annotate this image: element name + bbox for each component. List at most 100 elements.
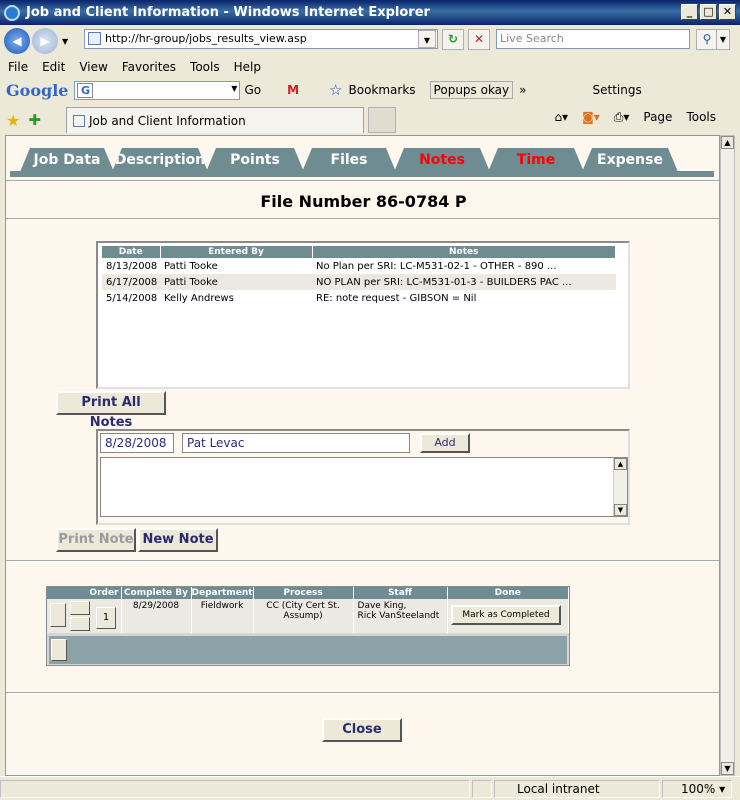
google-go-button[interactable]: Go — [244, 83, 261, 97]
textarea-scrollbar[interactable]: ▲ ▼ — [613, 458, 627, 516]
tab-strip: ★ ✚ Job and Client Information ⌂▾ ◙▾ ⎙▾ … — [0, 105, 740, 135]
table-row[interactable]: 6/17/2008 Patti Tooke NO PLAN per SRI: L… — [102, 274, 616, 290]
column-header-entered-by[interactable]: Entered By — [160, 246, 313, 258]
column-header-notes[interactable]: Notes — [312, 246, 616, 258]
column-header-done[interactable]: Done — [447, 587, 570, 599]
page-title: File Number 86-0784 P — [260, 192, 467, 211]
new-tab-button[interactable] — [368, 107, 396, 133]
move-up-button[interactable] — [70, 601, 90, 615]
process-panel: Order Complete By Department Process Sta… — [46, 586, 570, 666]
note-entered-by: Patti Tooke — [160, 274, 312, 290]
tab-page-icon — [73, 114, 85, 127]
favorites-star-icon[interactable]: ★ — [6, 111, 20, 130]
zoom-control[interactable]: 100% ▾ — [662, 779, 732, 798]
note-text: No Plan per SRI: LC-M531-02-1 - OTHER - … — [316, 260, 557, 272]
row-select-handle[interactable] — [50, 603, 66, 627]
close-button[interactable]: Close — [322, 718, 402, 742]
history-dropdown-icon[interactable]: ▼ — [62, 37, 68, 46]
tab-notes[interactable]: Notes — [394, 148, 490, 172]
column-header-order[interactable]: Order — [47, 587, 122, 599]
page-scrollbar[interactable]: ▲ ▼ — [720, 135, 735, 776]
search-options-icon[interactable]: ▼ — [716, 29, 730, 50]
scroll-down-icon[interactable]: ▼ — [614, 504, 627, 516]
settings-menu[interactable]: Settings — [592, 83, 641, 97]
browser-window: Job and Client Information - Windows Int… — [0, 0, 740, 800]
feeds-icon[interactable]: ◙▾ — [582, 110, 600, 125]
tools-menu[interactable]: Tools — [686, 110, 716, 125]
order-number[interactable]: 1 — [96, 607, 116, 629]
home-icon[interactable]: ⌂▾ — [554, 110, 568, 125]
menu-favorites[interactable]: Favorites — [122, 60, 176, 74]
close-window-button[interactable]: ✕ — [719, 4, 736, 20]
add-process-handle[interactable] — [51, 639, 67, 661]
menu-file[interactable]: File — [8, 60, 28, 74]
popups-button[interactable]: Popups okay — [429, 81, 514, 99]
note-entered-by: Kelly Andrews — [164, 292, 234, 304]
bookmarks-menu[interactable]: Bookmarks — [349, 83, 416, 97]
stop-icon[interactable]: ✕ — [468, 29, 490, 50]
note-text: RE: note request - GIBSON = Nil — [316, 292, 477, 304]
scroll-up-icon[interactable]: ▲ — [721, 136, 734, 149]
gmail-icon[interactable]: M — [287, 83, 299, 97]
google-g-icon: G — [77, 82, 94, 98]
maximize-button[interactable]: □ — [700, 4, 717, 20]
minimize-button[interactable]: _ — [681, 4, 698, 20]
search-input[interactable]: Live Search — [496, 29, 690, 49]
tab-time[interactable]: Time — [488, 148, 584, 172]
scroll-down-icon[interactable]: ▼ — [721, 762, 734, 775]
page-menu[interactable]: Page — [643, 110, 672, 125]
notes-table: Date Entered By Notes 8/13/2008 Patti To… — [102, 246, 616, 306]
google-toolbar: Google G ▼ Go M ☆ Bookmarks Popups okay »… — [0, 77, 740, 103]
column-header-staff[interactable]: Staff — [353, 587, 448, 599]
note-entered-by: Patti Tooke — [164, 260, 218, 272]
command-bar: ⌂▾ ◙▾ ⎙▾ Page Tools — [554, 110, 716, 125]
table-row[interactable]: 5/14/2008 Kelly Andrews RE: note request… — [102, 290, 616, 306]
column-header-department[interactable]: Department — [191, 587, 254, 599]
new-note-button[interactable]: New Note — [138, 528, 218, 552]
more-chevron-icon[interactable]: » — [519, 83, 526, 97]
menu-view[interactable]: View — [79, 60, 107, 74]
tab-description[interactable]: Description — [112, 148, 208, 172]
process-footer-bar — [49, 636, 567, 664]
forward-button[interactable]: ▶ — [32, 28, 58, 54]
note-textarea[interactable]: ▲ ▼ — [100, 457, 628, 517]
title-bar: Job and Client Information - Windows Int… — [0, 0, 740, 25]
menu-edit[interactable]: Edit — [42, 60, 65, 74]
tab-job-data[interactable]: Job Data — [20, 148, 114, 172]
print-note-button[interactable]: Print Note — [56, 528, 136, 552]
column-header-process[interactable]: Process — [253, 587, 354, 599]
table-row[interactable]: 8/13/2008 Patti Tooke No Plan per SRI: L… — [102, 258, 616, 274]
scroll-up-icon[interactable]: ▲ — [614, 458, 627, 470]
process-cell: CC (City Cert St. Assump) — [253, 599, 354, 633]
print-all-notes-button[interactable]: Print All Notes — [56, 391, 166, 430]
address-dropdown-icon[interactable]: ▼ — [418, 30, 436, 48]
address-field[interactable]: http://hr-group/jobs_results_view.asp — [84, 29, 438, 49]
date-field[interactable]: 8/28/2008 — [100, 433, 174, 453]
ie-tab-active[interactable]: Job and Client Information — [66, 107, 364, 133]
tab-files[interactable]: Files — [302, 148, 396, 172]
tab-points[interactable]: Points — [206, 148, 304, 172]
add-favorite-icon[interactable]: ✚ — [28, 111, 41, 129]
column-header-date[interactable]: Date — [102, 246, 161, 258]
security-zone: Local intranet — [494, 779, 660, 798]
move-down-button[interactable] — [70, 617, 90, 631]
menu-help[interactable]: Help — [234, 60, 261, 74]
staff-cell: Dave King, Rick VanSteelandt — [353, 599, 448, 633]
menu-tools[interactable]: Tools — [190, 60, 220, 74]
note-entry-panel: 8/28/2008 Pat Levac Add ▲ ▼ — [96, 429, 630, 525]
search-icon[interactable]: ⚲ — [696, 29, 718, 50]
add-button[interactable]: Add — [420, 433, 470, 453]
note-text: NO PLAN per SRI: LC-M531-01-3 - BUILDERS… — [312, 274, 616, 290]
divider — [6, 692, 719, 694]
back-button[interactable]: ◀ — [4, 28, 30, 54]
column-header-complete-by[interactable]: Complete By — [121, 587, 192, 599]
refresh-icon[interactable]: ↻ — [442, 29, 464, 50]
department-cell: Fieldwork — [191, 599, 254, 633]
status-bar: Local intranet 100% ▾ — [0, 776, 740, 800]
tab-expense[interactable]: Expense — [582, 148, 678, 172]
mark-as-completed-button[interactable]: Mark as Completed — [451, 605, 561, 625]
bookmark-star-icon[interactable]: ☆ — [329, 81, 342, 99]
google-search-input[interactable]: G ▼ — [74, 80, 241, 100]
entered-by-field[interactable]: Pat Levac — [182, 433, 410, 453]
print-icon[interactable]: ⎙▾ — [614, 110, 630, 125]
